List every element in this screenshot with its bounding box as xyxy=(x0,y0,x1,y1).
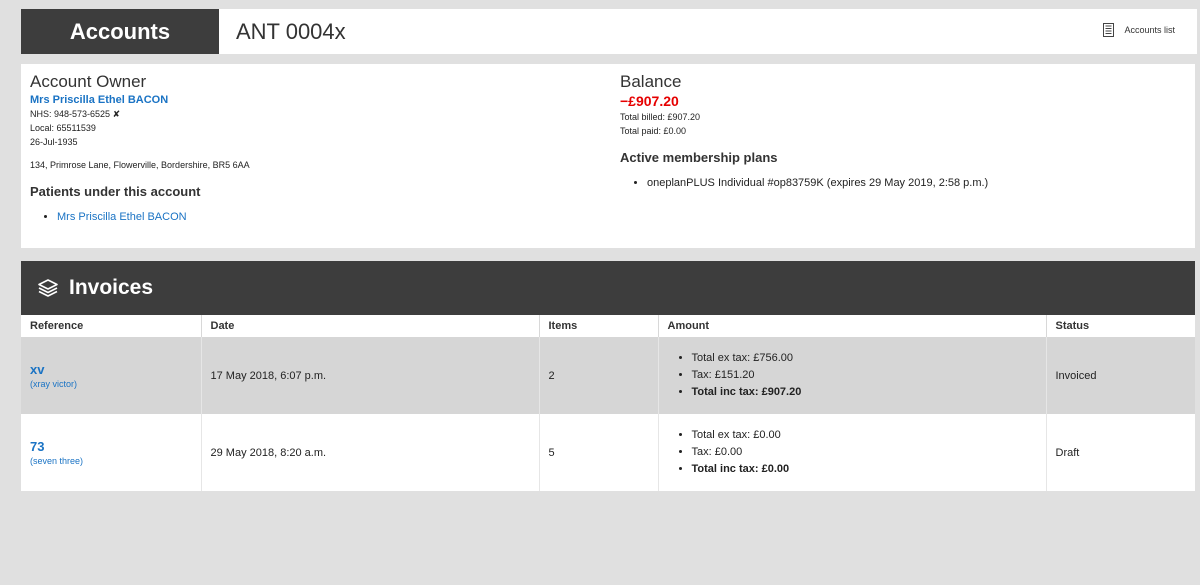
balance-section: Balance −£907.20 Total billed: £907.20 T… xyxy=(620,72,1180,190)
invoice-reference-link[interactable]: xv xyxy=(30,362,192,378)
items-cell: 5 xyxy=(539,414,659,491)
items-cell: 2 xyxy=(539,337,659,414)
total-ex-tax: Total ex tax: £0.00 xyxy=(692,427,1037,444)
patient-link[interactable]: Mrs Priscilla Ethel BACON xyxy=(57,211,187,223)
invoices-table: Reference Date Items Amount Status xv (x… xyxy=(21,315,1195,491)
tax-amount: Tax: £151.20 xyxy=(692,367,1037,384)
invoice-reference-phonetic[interactable]: (xray victor) xyxy=(30,379,77,389)
amount-cell: Total ex tax: £756.00 Tax: £151.20 Total… xyxy=(658,337,1047,414)
invoices-panel: Invoices Reference Date Items Amount Sta… xyxy=(21,261,1195,491)
account-owner-section: Account Owner Mrs Priscilla Ethel BACON … xyxy=(30,72,590,224)
table-row[interactable]: xv (xray victor) 17 May 2018, 6:07 p.m. … xyxy=(21,337,1195,414)
list-item: Mrs Priscilla Ethel BACON xyxy=(57,210,590,224)
account-panel: Account Owner Mrs Priscilla Ethel BACON … xyxy=(21,64,1195,248)
layers-icon xyxy=(38,279,58,297)
account-owner-heading: Account Owner xyxy=(30,72,147,91)
amount-list: Total ex tax: £0.00 Tax: £0.00 Total inc… xyxy=(668,427,1037,478)
invoice-reference-phonetic[interactable]: (seven three) xyxy=(30,456,83,466)
document-list-icon xyxy=(1103,23,1115,37)
amount-cell: Total ex tax: £0.00 Tax: £0.00 Total inc… xyxy=(658,414,1047,491)
total-ex-tax: Total ex tax: £756.00 xyxy=(692,350,1037,367)
owner-address: 134, Primrose Lane, Flowerville, Borders… xyxy=(30,160,250,170)
local-number: Local: 65511539 xyxy=(30,123,96,133)
column-header-status[interactable]: Status xyxy=(1046,315,1195,337)
patient-list: Mrs Priscilla Ethel BACON xyxy=(30,210,590,224)
page-header: Accounts ANT 0004x Accounts list xyxy=(21,9,1197,54)
balance-heading: Balance xyxy=(620,72,682,91)
nhs-number-text: NHS: 948-573-6525 xyxy=(30,109,111,119)
account-id: ANT 0004x xyxy=(236,18,346,44)
column-header-items[interactable]: Items xyxy=(539,315,659,337)
invoices-header: Invoices xyxy=(21,261,1195,315)
table-header-row: Reference Date Items Amount Status xyxy=(21,315,1195,337)
column-header-date[interactable]: Date xyxy=(201,315,540,337)
membership-plan-list: oneplanPLUS Individual #op83759K (expire… xyxy=(620,176,1180,190)
total-inc-tax: Total inc tax: £907.20 xyxy=(692,384,1037,401)
list-item: oneplanPLUS Individual #op83759K (expire… xyxy=(647,176,1180,190)
date-cell: 29 May 2018, 8:20 a.m. xyxy=(201,414,540,491)
reference-cell: xv (xray victor) xyxy=(21,337,202,414)
total-paid: Total paid: £0.00 xyxy=(620,126,687,136)
section-title: Accounts xyxy=(21,9,219,54)
accounts-list-link[interactable]: Accounts list xyxy=(1103,23,1175,37)
total-billed: Total billed: £907.20 xyxy=(620,112,701,122)
tax-amount: Tax: £0.00 xyxy=(692,444,1037,461)
patients-heading: Patients under this account xyxy=(30,184,201,199)
amount-list: Total ex tax: £756.00 Tax: £151.20 Total… xyxy=(668,350,1037,401)
invoice-reference-link[interactable]: 73 xyxy=(30,439,192,455)
nhs-unverified-icon: ✘ xyxy=(112,109,121,119)
date-of-birth: 26-Jul-1935 xyxy=(30,137,78,147)
reference-cell: 73 (seven three) xyxy=(21,414,202,491)
date-cell: 17 May 2018, 6:07 p.m. xyxy=(201,337,540,414)
status-cell: Draft xyxy=(1046,414,1195,491)
status-cell: Invoiced xyxy=(1046,337,1195,414)
accounts-list-label: Accounts list xyxy=(1124,25,1175,35)
balance-amount: −£907.20 xyxy=(620,93,679,109)
membership-plans-heading: Active membership plans xyxy=(620,150,778,165)
column-header-amount[interactable]: Amount xyxy=(658,315,1047,337)
table-row[interactable]: 73 (seven three) 29 May 2018, 8:20 a.m. … xyxy=(21,414,1195,491)
invoices-title: Invoices xyxy=(69,276,154,299)
owner-name-link[interactable]: Mrs Priscilla Ethel BACON xyxy=(30,93,590,107)
total-inc-tax: Total inc tax: £0.00 xyxy=(692,461,1037,478)
nhs-number: NHS: 948-573-6525 ✘ xyxy=(30,107,590,121)
column-header-reference[interactable]: Reference xyxy=(21,315,202,337)
